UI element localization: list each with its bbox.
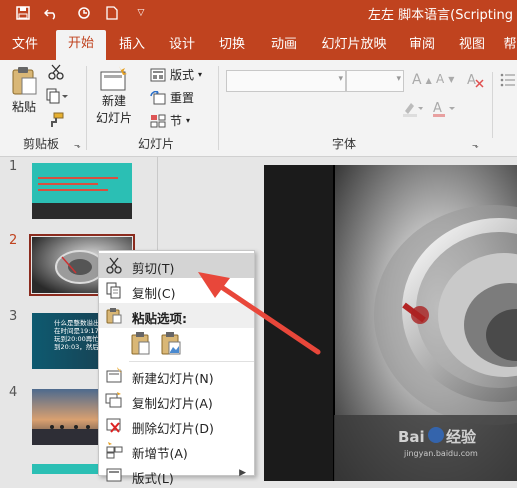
slide-number: 4 xyxy=(9,385,18,400)
shrink-font-icon[interactable]: A ▼ xyxy=(436,72,454,86)
new-slide-label-1: 新建 xyxy=(102,94,127,108)
add-section-icon xyxy=(105,442,123,459)
menu-item-label: 版式(L) xyxy=(132,471,174,486)
menu-item-label: 复制幻灯片(A) xyxy=(132,396,213,411)
menu-item-new-slide[interactable]: 新建幻灯片(N) xyxy=(99,363,254,388)
menu-item-label: 剪切(T) xyxy=(132,261,175,276)
paste-button[interactable]: 粘贴 xyxy=(10,66,38,115)
duplicate-slide-icon xyxy=(105,392,123,409)
tab-insert[interactable]: 插入 xyxy=(114,32,150,60)
section-button[interactable]: 节 ▾ xyxy=(150,112,190,129)
highlight-icon[interactable] xyxy=(402,101,424,117)
reset-icon xyxy=(150,90,166,104)
group-separator xyxy=(86,66,87,150)
menu-item-duplicate-slide[interactable]: 复制幻灯片(A) xyxy=(99,388,254,413)
menu-item-delete-slide[interactable]: 删除幻灯片(D) xyxy=(99,413,254,438)
slide-number: 3 xyxy=(9,309,18,324)
font-launcher-icon[interactable]: ⬎ xyxy=(472,141,479,150)
group-separator xyxy=(492,72,493,138)
menu-header-paste-options: 粘贴选项: xyxy=(99,303,254,328)
menu-item-label: 删除幻灯片(D) xyxy=(132,421,214,436)
slide-number: 1 xyxy=(9,159,18,174)
font-size-combobox[interactable]: ▾ xyxy=(346,70,404,92)
copy-icon[interactable] xyxy=(46,88,68,104)
font-color-icon[interactable]: A xyxy=(432,100,458,118)
tab-animations[interactable]: 动画 xyxy=(266,32,302,60)
undo-icon[interactable] xyxy=(42,4,60,22)
tab-help[interactable]: 帮 xyxy=(500,32,517,60)
reset-button[interactable]: 重置 xyxy=(150,89,194,106)
slide-number: 2 xyxy=(9,233,18,248)
redo-icon[interactable] xyxy=(75,4,93,22)
new-slide-button[interactable]: 新建 幻灯片 xyxy=(96,66,132,126)
reset-label: 重置 xyxy=(170,91,195,105)
tab-slideshow[interactable]: 幻灯片放映 xyxy=(318,32,390,60)
new-doc-icon[interactable] xyxy=(103,4,121,22)
document-title: 左左 脚本语言(Scripting lan xyxy=(368,8,517,23)
layout-icon xyxy=(105,467,123,484)
copy-icon xyxy=(105,282,123,299)
paste-icon xyxy=(105,307,123,324)
context-menu[interactable]: 剪切(T) 复制(C) 粘贴选项: 新建幻灯片(N) 复制幻灯片(A) 删除幻灯… xyxy=(98,250,255,486)
tab-review[interactable]: 审阅 xyxy=(404,32,440,60)
section-label: 节 xyxy=(170,114,183,128)
clear-format-icon[interactable]: A xyxy=(466,70,484,88)
ribbon: 粘贴 剪贴板 ⬎ 新建 幻灯片 版式 ▾ 重置 节 ▾ 幻灯片 ▾ ▾ A ▲ A ▼ … xyxy=(0,60,517,177)
svg-text:A: A xyxy=(433,101,442,116)
group-separator xyxy=(218,66,219,150)
clipboard-launcher-icon[interactable]: ⬎ xyxy=(74,141,81,150)
bullets-icon[interactable] xyxy=(500,72,516,88)
svg-text:A: A xyxy=(467,73,476,88)
menu-item-label: 新增节(A) xyxy=(132,446,188,461)
svg-text:Bai: Bai xyxy=(398,428,425,446)
svg-text:经验: 经验 xyxy=(446,428,477,446)
menu-item-label: 新建幻灯片(N) xyxy=(132,371,214,386)
submenu-arrow-icon: ▶ xyxy=(239,468,246,478)
paste-options-row xyxy=(99,329,254,359)
new-slide-icon xyxy=(105,367,123,384)
menu-item-label: 粘贴选项: xyxy=(132,311,187,326)
section-icon xyxy=(150,114,166,127)
delete-slide-icon xyxy=(105,417,123,434)
paste-label: 粘贴 xyxy=(11,100,36,114)
format-painter-icon[interactable] xyxy=(48,112,64,128)
menu-item-copy[interactable]: 复制(C) xyxy=(99,278,254,303)
tab-file[interactable]: 文件 xyxy=(6,32,44,60)
tab-design[interactable]: 设计 xyxy=(164,32,200,60)
group-label-font: 字体 xyxy=(331,137,356,151)
group-label-slides: 幻灯片 xyxy=(137,137,174,151)
save-icon[interactable] xyxy=(14,4,32,22)
paste-picture-icon[interactable] xyxy=(161,332,181,359)
tab-transitions[interactable]: 切换 xyxy=(214,32,250,60)
tab-view[interactable]: 视图 xyxy=(454,32,490,60)
menu-item-label: 复制(C) xyxy=(132,286,176,301)
menu-item-cut[interactable]: 剪切(T) xyxy=(99,253,254,278)
baidu-watermark: Bai 经验 jingyan.baidu.com xyxy=(398,420,516,460)
group-label-clipboard: 剪贴板 xyxy=(22,137,59,151)
scissors-icon xyxy=(105,257,123,274)
paste-keep-formatting-icon[interactable] xyxy=(131,332,151,359)
menu-item-layout[interactable]: 版式(L) ▶ xyxy=(99,463,254,488)
grow-font-icon[interactable]: A ▲ xyxy=(412,72,432,88)
menu-item-add-section[interactable]: 新增节(A) xyxy=(99,438,254,463)
new-slide-icon xyxy=(100,66,127,91)
paste-icon xyxy=(12,67,37,95)
layout-label: 版式 xyxy=(170,68,195,82)
cut-icon[interactable] xyxy=(48,64,64,80)
ribbon-tabs: 文件 开始 插入 设计 切换 动画 幻灯片放映 审阅 视图 帮 xyxy=(0,26,517,60)
new-slide-label-2: 幻灯片 xyxy=(96,111,133,125)
customize-icon[interactable]: ▽ xyxy=(132,4,150,22)
title-bar: ▽ 左左 脚本语言(Scripting lan xyxy=(0,0,517,26)
slide-thumbnail-1[interactable] xyxy=(32,163,132,219)
svg-text:jingyan.baidu.com: jingyan.baidu.com xyxy=(403,449,478,458)
tab-home[interactable]: 开始 xyxy=(56,30,106,60)
layout-button[interactable]: 版式 ▾ xyxy=(150,66,202,83)
layout-icon xyxy=(150,68,166,81)
font-name-combobox[interactable]: ▾ xyxy=(226,70,346,92)
